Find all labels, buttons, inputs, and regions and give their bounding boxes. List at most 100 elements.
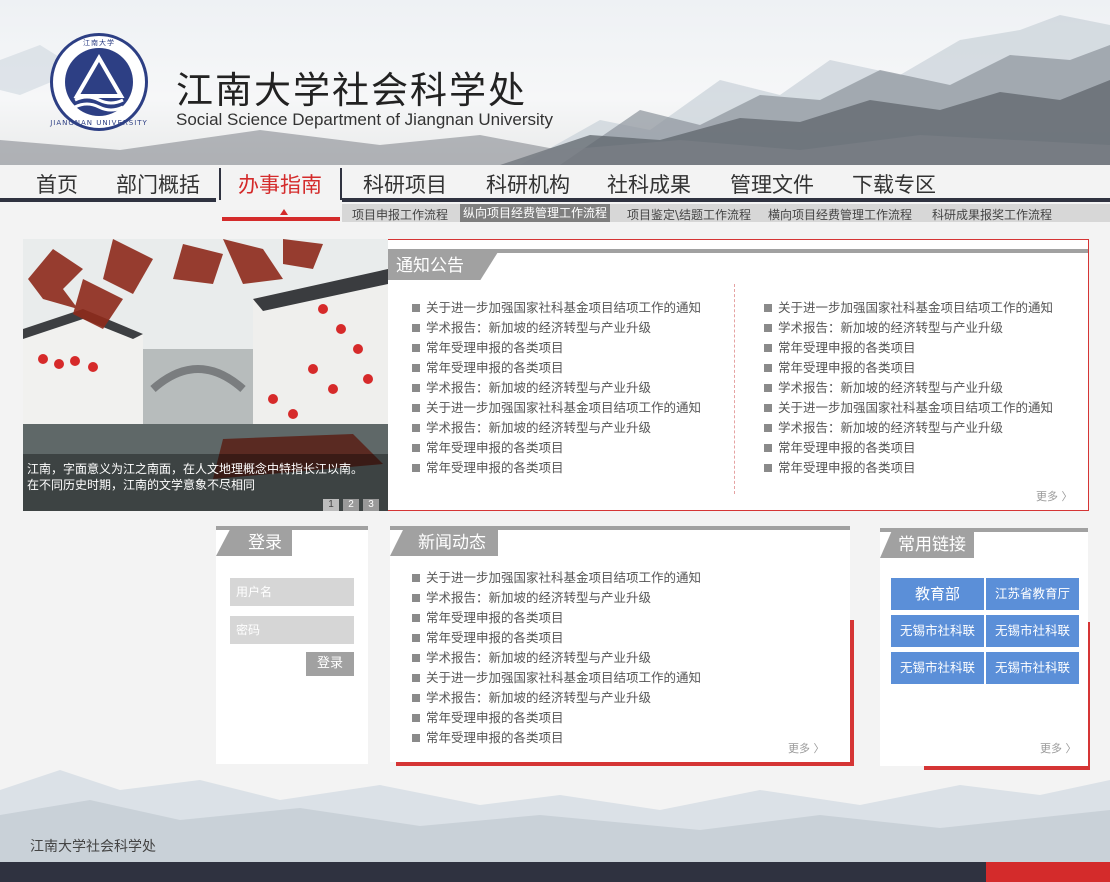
bullet-icon: [764, 424, 772, 432]
panel-topbar: [390, 526, 850, 530]
list-item[interactable]: 关于进一步加强国家社科基金项目结项工作的通知: [412, 398, 701, 418]
notice-panel: 通知公告 关于进一步加强国家社科基金项目结项工作的通知 学术报告：新加坡的经济转…: [388, 239, 1089, 511]
subnav-item-horizontal-funding[interactable]: 横向项目经费管理工作流程: [768, 206, 912, 223]
list-item-text: 学术报告：新加坡的经济转型与产业升级: [426, 320, 652, 335]
site-subtitle: Social Science Department of Jiangnan Un…: [176, 110, 554, 129]
list-item[interactable]: 学术报告：新加坡的经济转型与产业升级: [412, 318, 701, 338]
link-jiangsu-education[interactable]: 江苏省教育厅: [986, 578, 1079, 610]
link-wuxi-social-science[interactable]: 无锡市社科联: [891, 652, 984, 684]
nav-divider: [219, 168, 221, 200]
bullet-icon: [412, 614, 420, 622]
nav-item-institutes[interactable]: 科研机构: [486, 169, 570, 199]
notice-list-left: 关于进一步加强国家社科基金项目结项工作的通知 学术报告：新加坡的经济转型与产业升…: [412, 298, 701, 478]
login-button[interactable]: 登录: [306, 652, 354, 676]
list-item[interactable]: 常年受理申报的各类项目: [764, 458, 1053, 478]
banner-page-1[interactable]: 1: [323, 499, 339, 511]
list-item[interactable]: 关于进一步加强国家社科基金项目结项工作的通知: [764, 398, 1053, 418]
nav-item-downloads[interactable]: 下载专区: [852, 169, 936, 199]
nav-item-achievements[interactable]: 社科成果: [607, 169, 691, 199]
bullet-icon: [412, 304, 420, 312]
list-item[interactable]: 关于进一步加强国家社科基金项目结项工作的通知: [764, 298, 1053, 318]
list-item-text: 常年受理申报的各类项目: [778, 460, 916, 475]
links-title: 常用链接: [880, 532, 974, 558]
username-input[interactable]: [230, 578, 354, 606]
banner-page-2[interactable]: 2: [343, 499, 359, 511]
column-divider: [734, 284, 735, 494]
logo-text-bottom: JIANGNAN UNIVERSITY: [50, 119, 148, 127]
nav-item-documents[interactable]: 管理文件: [730, 169, 814, 199]
list-item[interactable]: 常年受理申报的各类项目: [412, 438, 701, 458]
news-panel: 新闻动态 关于进一步加强国家社科基金项目结项工作的通知 学术报告：新加坡的经济转…: [390, 526, 850, 762]
list-item[interactable]: 关于进一步加强国家社科基金项目结项工作的通知: [412, 298, 701, 318]
nav-item-projects[interactable]: 科研项目: [363, 169, 447, 199]
list-item[interactable]: 关于进一步加强国家社科基金项目结项工作的通知: [412, 668, 701, 688]
panel-topbar: [880, 528, 1088, 532]
password-input[interactable]: [230, 616, 354, 644]
link-wuxi-social-science[interactable]: 无锡市社科联: [891, 615, 984, 647]
footer-mountains: [0, 760, 1110, 862]
bullet-icon: [412, 364, 420, 372]
list-item-text: 学术报告：新加坡的经济转型与产业升级: [426, 590, 652, 605]
list-item[interactable]: 关于进一步加强国家社科基金项目结项工作的通知: [412, 568, 701, 588]
logo-emblem: [65, 48, 133, 116]
site-header: 江南大学 JIANGNAN UNIVERSITY 江南大学社会科学处 Socia…: [0, 0, 1110, 165]
nav-item-guide[interactable]: 办事指南: [238, 169, 322, 199]
list-item[interactable]: 学术报告：新加坡的经济转型与产业升级: [412, 418, 701, 438]
footer-text: 江南大学社会科学处: [30, 839, 156, 855]
list-item[interactable]: 常年受理申报的各类项目: [412, 728, 701, 748]
list-item-text: 常年受理申报的各类项目: [426, 730, 564, 745]
notice-title: 通知公告: [388, 252, 498, 280]
list-item-text: 常年受理申报的各类项目: [426, 440, 564, 455]
notice-more-link[interactable]: 更多 〉: [1036, 488, 1073, 504]
link-wuxi-social-science[interactable]: 无锡市社科联: [986, 615, 1079, 647]
login-panel: 登录 登录: [216, 526, 368, 764]
list-item-text: 学术报告：新加坡的经济转型与产业升级: [426, 380, 652, 395]
nav-item-home[interactable]: 首页: [36, 169, 78, 199]
bullet-icon: [764, 464, 772, 472]
subnav-item-awards[interactable]: 科研成果报奖工作流程: [932, 206, 1052, 223]
list-item-text: 常年受理申报的各类项目: [426, 610, 564, 625]
ink-mountains-illustration: [0, 15, 1110, 165]
banner-caption-line: 江南，字面意义为江之南面，在人文地理概念中特指长江以南。: [27, 462, 364, 476]
footer-bar: [0, 862, 986, 882]
nav-item-department[interactable]: 部门概括: [116, 169, 200, 199]
list-item[interactable]: 常年受理申报的各类项目: [764, 338, 1053, 358]
list-item[interactable]: 学术报告：新加坡的经济转型与产业升级: [412, 688, 701, 708]
list-item[interactable]: 常年受理申报的各类项目: [412, 338, 701, 358]
subnav-item-application[interactable]: 项目申报工作流程: [352, 206, 448, 223]
list-item[interactable]: 常年受理申报的各类项目: [412, 628, 701, 648]
news-more-link[interactable]: 更多 〉: [788, 740, 825, 756]
list-item[interactable]: 学术报告：新加坡的经济转型与产业升级: [412, 648, 701, 668]
list-item-text: 常年受理申报的各类项目: [426, 710, 564, 725]
university-logo[interactable]: 江南大学 JIANGNAN UNIVERSITY: [50, 33, 148, 131]
list-item[interactable]: 常年受理申报的各类项目: [764, 438, 1053, 458]
bullet-icon: [412, 444, 420, 452]
list-item[interactable]: 常年受理申报的各类项目: [412, 608, 701, 628]
list-item-text: 关于进一步加强国家社科基金项目结项工作的通知: [778, 400, 1054, 415]
bullet-icon: [764, 304, 772, 312]
banner-slideshow[interactable]: 江南，字面意义为江之南面，在人文地理概念中特指长江以南。 在不同历史时期，江南的…: [23, 239, 388, 511]
bullet-icon: [412, 404, 420, 412]
subnav-item-vertical-funding[interactable]: 纵向项目经费管理工作流程: [460, 204, 611, 222]
subnav-item-conclusion[interactable]: 项目鉴定\结题工作流程: [627, 206, 751, 223]
panel-topbar: [216, 526, 368, 530]
bullet-icon: [764, 324, 772, 332]
notice-list-right: 关于进一步加强国家社科基金项目结项工作的通知 学术报告：新加坡的经济转型与产业升…: [764, 298, 1053, 478]
link-moe[interactable]: 教育部: [891, 578, 984, 610]
list-item[interactable]: 学术报告：新加坡的经济转型与产业升级: [764, 418, 1053, 438]
list-item[interactable]: 常年受理申报的各类项目: [412, 458, 701, 478]
list-item[interactable]: 常年受理申报的各类项目: [764, 358, 1053, 378]
banner-page-3[interactable]: 3: [363, 499, 379, 511]
list-item-text: 常年受理申报的各类项目: [426, 630, 564, 645]
banner-caption: 江南，字面意义为江之南面，在人文地理概念中特指长江以南。 在不同历史时期，江南的…: [27, 461, 387, 493]
links-more-link[interactable]: 更多 〉: [1040, 740, 1077, 756]
list-item[interactable]: 学术报告：新加坡的经济转型与产业升级: [764, 318, 1053, 338]
list-item[interactable]: 常年受理申报的各类项目: [412, 358, 701, 378]
list-item[interactable]: 常年受理申报的各类项目: [412, 708, 701, 728]
site-title: 江南大学社会科学处: [176, 69, 527, 112]
list-item[interactable]: 学术报告：新加坡的经济转型与产业升级: [412, 378, 701, 398]
list-item[interactable]: 学术报告：新加坡的经济转型与产业升级: [412, 588, 701, 608]
list-item[interactable]: 学术报告：新加坡的经济转型与产业升级: [764, 378, 1053, 398]
link-wuxi-social-science[interactable]: 无锡市社科联: [986, 652, 1079, 684]
bullet-icon: [412, 344, 420, 352]
